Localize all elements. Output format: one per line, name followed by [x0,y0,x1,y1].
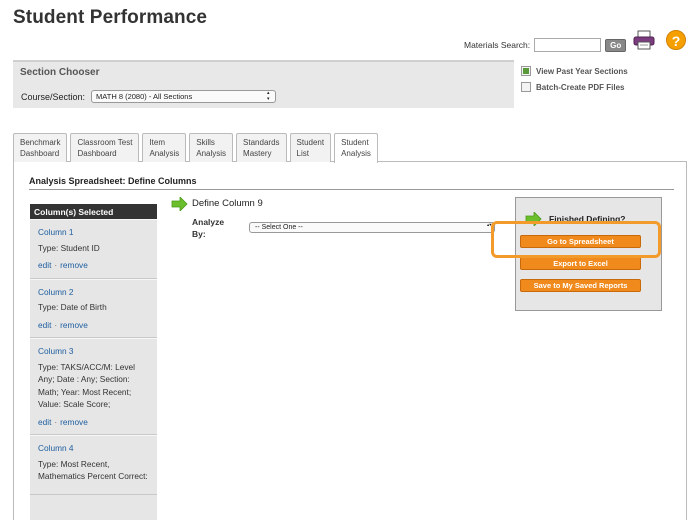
printer-icon[interactable] [633,30,655,50]
course-section-label: Course/Section: [21,91,86,102]
remove-link[interactable]: remove [60,417,88,427]
side-link-label: View Past Year Sections [536,66,628,76]
page-title: Student Performance [13,7,208,28]
separator: · [54,260,58,270]
tab-item-analysis[interactable]: Item Analysis [142,133,187,162]
arrow-right-icon [171,197,188,211]
section-chooser: Section Chooser Course/Section: MATH 8 (… [13,60,514,108]
course-section-value: MATH 8 (2080) - All Sections [96,92,193,101]
go-button[interactable]: Go [605,38,627,52]
tab-student-list[interactable]: Student List [289,133,332,162]
tab-student-analysis[interactable]: Student Analysis [334,133,378,163]
column-name: Column 2 [38,286,74,297]
separator: · [54,416,58,427]
spreadsheet-icon [521,66,531,76]
side-links: View Past Year Sections Batch-Create PDF… [521,63,628,95]
column-type: Type: TAKS/ACC/M: Level Any; Date : Any;… [38,361,135,410]
analyze-by-value: -- Select One -- [255,224,303,231]
column-name: Column 4 [38,443,74,453]
columns-selected-panel: Column(s) Selected Column 1 Type: Studen… [30,204,157,520]
columns-selected-header: Column(s) Selected [30,204,157,219]
tab-classroom-test-dashboard[interactable]: Classroom Test Dashboard [70,133,140,162]
tab-benchmark-dashboard[interactable]: Benchmark Dashboard [13,133,68,162]
analyze-by-select[interactable]: -- Select One -- [249,222,495,233]
column-type: Type: Student ID [38,242,100,253]
divider [29,189,674,190]
content-title: Analysis Spreadsheet: Define Columns [29,176,197,186]
separator: · [54,319,58,330]
list-item: Column 2 Type: Date of Birth edit · remove [30,278,157,338]
remove-link[interactable]: remove [60,320,88,330]
tab-standards-mastery[interactable]: Standards Mastery [236,133,287,162]
remove-link[interactable]: remove [60,260,88,270]
column-type: Type: Most Recent, Mathematics Percent C… [38,458,148,482]
analyze-by-label: Analyze By: [192,217,225,239]
batch-create-pdf-link[interactable]: Batch-Create PDF Files [521,79,628,95]
save-to-my-saved-reports-button[interactable]: Save to My Saved Reports [520,279,641,292]
main-content: Analysis Spreadsheet: Define Columns Col… [13,161,687,520]
column-name: Column 3 [38,346,74,356]
column-type: Type: Date of Birth [38,302,107,312]
edit-link[interactable]: edit [38,417,51,427]
define-column-title: Define Column 9 [192,198,263,209]
export-to-excel-button[interactable]: Export to Excel [520,257,641,270]
materials-search-input[interactable] [534,38,602,52]
edit-link[interactable]: edit [38,260,51,270]
document-icon [521,82,531,92]
list-item: Column 4 Type: Most Recent, Mathematics … [30,435,157,495]
edit-link[interactable]: edit [38,320,51,330]
course-section-row: Course/Section: MATH 8 (2080) - All Sect… [21,90,277,103]
help-icon[interactable]: ? [666,30,686,50]
section-chooser-title: Section Chooser [20,67,100,78]
materials-search: Materials Search: Go [464,38,627,52]
view-past-year-sections-link[interactable]: View Past Year Sections [521,63,628,79]
course-section-select[interactable]: MATH 8 (2080) - All Sections [91,90,277,103]
materials-search-label: Materials Search: [464,40,531,50]
column-name: Column 1 [38,227,74,237]
tab-bar: Benchmark Dashboard Classroom Test Dashboa… [13,132,381,163]
highlight-callout [491,221,661,258]
side-link-label: Batch-Create PDF Files [536,82,625,92]
tab-skills-analysis[interactable]: Skills Analysis [189,133,234,162]
list-item: Column 1 Type: Student ID edit · remove [30,219,157,279]
list-item: Column 3 Type: TAKS/ACC/M: Level Any; Da… [30,338,157,435]
